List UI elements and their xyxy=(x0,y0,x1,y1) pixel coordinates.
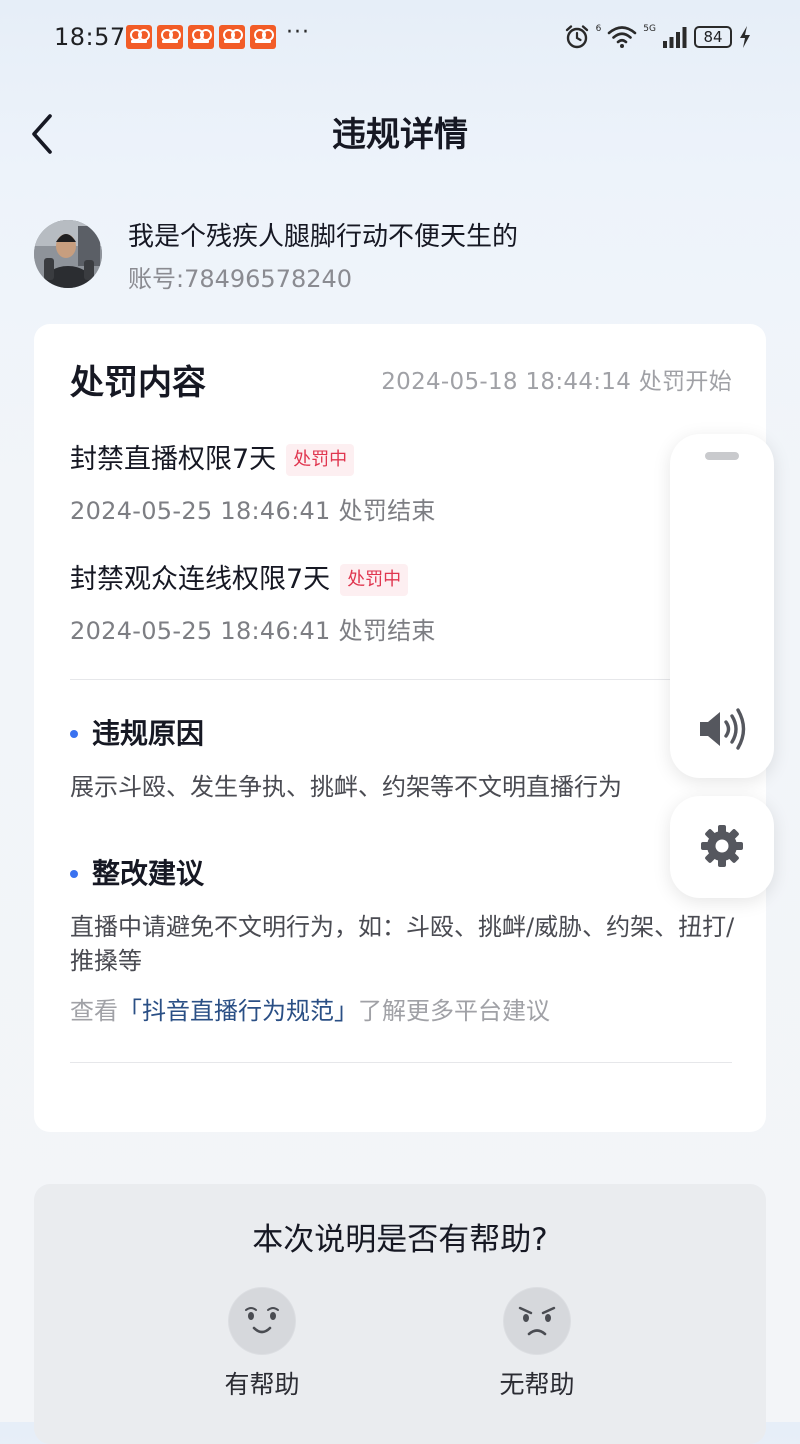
app-notification-icon xyxy=(250,25,276,49)
penalty-name: 封禁观众连线权限7天 xyxy=(70,564,331,595)
battery-indicator: 84 xyxy=(694,26,732,48)
penalty-card: 处罚内容 2024-05-18 18:44:14 处罚开始 封禁直播权限7天 处… xyxy=(34,324,766,1132)
network-type: 5G xyxy=(643,24,656,34)
more-guidance-line: 查看「抖音直播行为规范」了解更多平台建议 xyxy=(70,994,550,1028)
bullet-dot xyxy=(70,730,78,738)
more-prefix: 查看 xyxy=(70,997,118,1025)
divider xyxy=(70,679,732,680)
helpful-button[interactable]: 有帮助 xyxy=(202,1286,322,1402)
user-name: 我是个残疾人腿脚行动不便天生的 xyxy=(128,222,519,252)
divider xyxy=(70,1062,732,1063)
floating-volume-panel[interactable] xyxy=(670,434,774,778)
penalty-start-time: 2024-05-18 18:44:14 处罚开始 xyxy=(381,369,732,395)
penalty-item: 封禁直播权限7天 处罚中 2024-05-25 18:46:41 处罚结束 xyxy=(70,440,710,528)
status-bar: 18:57 ··· 6 5G 84 xyxy=(0,0,800,76)
avatar-image xyxy=(34,220,102,288)
live-behavior-norms-link[interactable]: 「抖音直播行为规范」 xyxy=(118,997,358,1025)
smile-face-icon xyxy=(228,1287,296,1355)
app-notification-icon xyxy=(188,25,214,49)
page-title: 违规详情 xyxy=(332,115,468,155)
advice-section-header: 整改建议 xyxy=(70,854,204,894)
not-helpful-button[interactable]: 无帮助 xyxy=(477,1286,597,1402)
alarm-icon xyxy=(565,25,588,49)
reason-text: 展示斗殴、发生争执、挑衅、约架等不文明直播行为 xyxy=(70,773,622,801)
advice-title: 整改建议 xyxy=(92,857,205,890)
app-notification-icon xyxy=(157,25,183,49)
feedback-question: 本次说明是否有帮助? xyxy=(252,1222,548,1258)
lightning-icon xyxy=(740,26,750,48)
app-notification-icon xyxy=(126,25,152,49)
penalty-item: 封禁观众连线权限7天 处罚中 2024-05-25 18:46:41 处罚结束 xyxy=(70,560,710,648)
bullet-dot xyxy=(70,870,78,878)
penalty-name: 封禁直播权限7天 xyxy=(70,444,277,475)
reason-title: 违规原因 xyxy=(92,717,205,750)
speaker-icon[interactable] xyxy=(696,706,748,752)
reason-section-header: 违规原因 xyxy=(70,714,204,754)
penalty-name-row: 封禁直播权限7天 处罚中 xyxy=(70,440,710,480)
more-notifications-indicator: ··· xyxy=(286,20,310,45)
notification-icons xyxy=(126,25,276,49)
app-notification-icon xyxy=(219,25,245,49)
gear-icon xyxy=(701,825,743,867)
feedback-panel: 本次说明是否有帮助? 有帮助 无帮助 xyxy=(34,1184,766,1444)
wifi-icon xyxy=(607,26,637,48)
more-suffix: 了解更多平台建议 xyxy=(358,997,550,1025)
penalty-end-time: 2024-05-25 18:46:41 处罚结束 xyxy=(70,497,436,525)
penalty-end-time: 2024-05-25 18:46:41 处罚结束 xyxy=(70,617,436,645)
not-helpful-label: 无帮助 xyxy=(499,1370,575,1399)
penalty-name-row: 封禁观众连线权限7天 处罚中 xyxy=(70,560,710,600)
floating-settings-button[interactable] xyxy=(670,796,774,898)
signal-tag: 6 xyxy=(595,24,602,34)
account-number: 账号:78496578240 xyxy=(128,265,353,293)
advice-text: 直播中请避免不文明行为，如：斗殴、挑衅/威胁、约架、扭打/推搡等 xyxy=(70,913,735,975)
drag-handle[interactable] xyxy=(705,452,739,460)
signal-bars-icon xyxy=(663,27,687,48)
penalty-card-title: 处罚内容 xyxy=(70,363,206,403)
status-badge: 处罚中 xyxy=(286,444,355,476)
status-right-group: 6 5G 84 xyxy=(564,20,752,54)
avatar[interactable] xyxy=(34,220,102,288)
status-badge: 处罚中 xyxy=(340,564,409,596)
frown-face-icon xyxy=(503,1287,571,1355)
helpful-label: 有帮助 xyxy=(224,1370,300,1399)
status-time: 18:57 xyxy=(54,23,126,51)
